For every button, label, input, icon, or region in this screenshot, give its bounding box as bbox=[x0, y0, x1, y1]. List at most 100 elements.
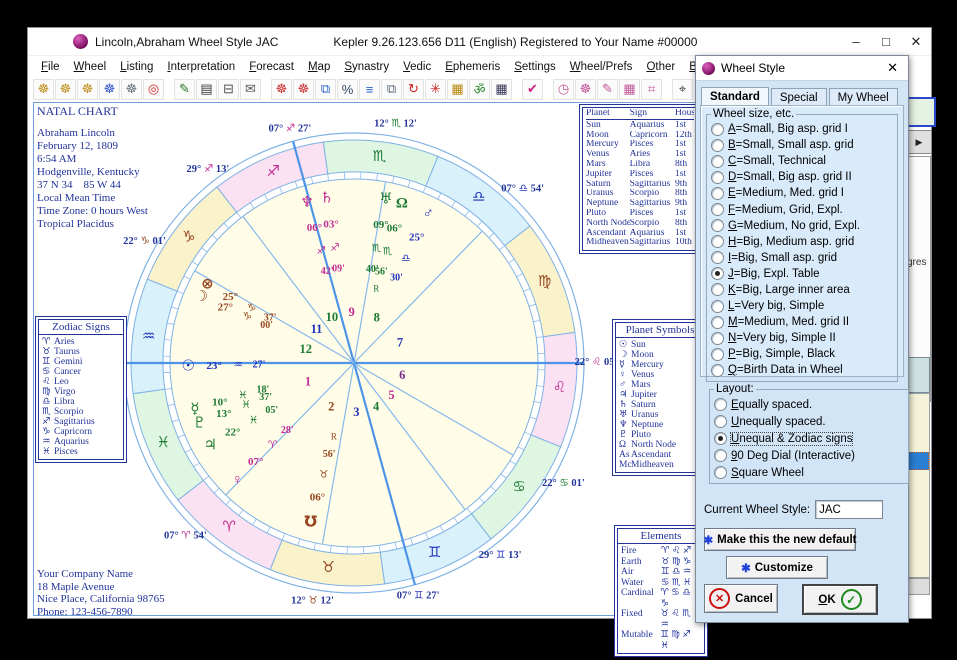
cancel-button[interactable]: ✕ Cancel bbox=[704, 584, 778, 613]
wheel-target-icon[interactable]: ◎ bbox=[143, 79, 164, 100]
om-icon[interactable]: ॐ bbox=[469, 79, 490, 100]
menu-item-forecast[interactable]: Forecast bbox=[242, 59, 301, 75]
make-default-button[interactable]: ✱ Make this the new default bbox=[704, 528, 856, 551]
wheel-size-options: A=Small, Big asp. grid I B=Small, Small a… bbox=[711, 121, 895, 379]
birth-data-line: Abraham Lincoln bbox=[37, 127, 148, 140]
tab-special[interactable]: Special bbox=[771, 88, 827, 106]
menu-item-interpretation[interactable]: Interpretation bbox=[160, 59, 242, 75]
wheel-style-option-b[interactable]: B=Small, Small asp. grid bbox=[711, 137, 895, 153]
rotate-wheel-icon[interactable]: ↻ bbox=[403, 79, 424, 100]
wheel-style-option-j[interactable]: J=Big, Expl. Table bbox=[711, 266, 895, 282]
wheel-style-option-f[interactable]: F=Medium, Grid, Expl. bbox=[711, 201, 895, 217]
element-sign-glyphs: ♊ ♎ ♒ bbox=[661, 567, 691, 578]
wheel-style-option-n[interactable]: N=Very big, Simple II bbox=[711, 330, 895, 346]
wheel-style-option-a[interactable]: A=Small, Big asp. grid I bbox=[711, 121, 895, 137]
search-icon[interactable]: ⌖ bbox=[672, 79, 693, 100]
clock-icon[interactable]: ◷ bbox=[553, 79, 574, 100]
wheel-pink-icon[interactable]: ☸ bbox=[575, 79, 596, 100]
wheel-red-1-icon[interactable]: ☸ bbox=[271, 79, 292, 100]
elements-row: Water♋ ♏ ♓ bbox=[621, 578, 701, 589]
wheel-style-option-m[interactable]: M=Medium, Med. grid II bbox=[711, 314, 895, 330]
radio-label: Unequal & Zodiac signs bbox=[731, 433, 852, 445]
table-icon[interactable]: ▦ bbox=[491, 79, 512, 100]
scrollbar-thumb[interactable] bbox=[907, 452, 929, 470]
toolbar-group: ☸☸☸☸☸◎ bbox=[33, 79, 165, 100]
background-window-arrow-button[interactable]: ▶ bbox=[906, 130, 932, 154]
planet-table-cell: Sun bbox=[586, 121, 630, 131]
menu-item-synastry[interactable]: Synastry bbox=[337, 59, 396, 75]
wheel-yellow-3-icon[interactable]: ☸ bbox=[77, 79, 98, 100]
wheel-style-option-i[interactable]: I=Big, Small asp. grid bbox=[711, 250, 895, 266]
wheel-style-option-l[interactable]: L=Very big, Simple bbox=[711, 298, 895, 314]
minimize-button[interactable]: – bbox=[841, 28, 871, 55]
wheel-gray-icon[interactable]: ☸ bbox=[121, 79, 142, 100]
wheel-style-option-h[interactable]: H=Big, Medium asp. grid bbox=[711, 234, 895, 250]
layout-option-9[interactable]: 90 Deg Dial (Interactive) bbox=[714, 447, 906, 464]
aspect-burst-icon[interactable]: ✳ bbox=[425, 79, 446, 100]
planet-sign-pluto: ♓ bbox=[241, 400, 250, 411]
grid-calc-icon[interactable]: ▦ bbox=[447, 79, 468, 100]
calc-pink-icon[interactable]: ⌗ bbox=[641, 79, 662, 100]
layout-option-u[interactable]: Unequal & Zodiac signs bbox=[714, 430, 906, 447]
wheel-pointer-icon[interactable]: ☸ bbox=[99, 79, 120, 100]
menu-item-map[interactable]: Map bbox=[301, 59, 337, 75]
menu-item-vedic[interactable]: Vedic bbox=[396, 59, 438, 75]
element-label: Earth bbox=[621, 557, 661, 568]
mail-icon[interactable]: ✉ bbox=[240, 79, 261, 100]
wheel-style-option-g[interactable]: G=Medium, No grid, Expl. bbox=[711, 218, 895, 234]
wheel-style-option-p[interactable]: P=Big, Simple, Black bbox=[711, 346, 895, 362]
wheel-style-option-q[interactable]: Q=Birth Data in Wheel bbox=[711, 362, 895, 378]
maximize-button[interactable]: □ bbox=[871, 28, 901, 55]
background-window-scroll-column[interactable] bbox=[906, 393, 930, 578]
dialog-icon bbox=[702, 62, 715, 75]
edit-pink-icon[interactable]: ✎ bbox=[597, 79, 618, 100]
wheel-style-option-d[interactable]: D=Small, Big asp. grid II bbox=[711, 169, 895, 185]
dialog-close-icon[interactable]: ✕ bbox=[883, 60, 902, 76]
menu-item-wheel[interactable]: Wheel bbox=[67, 59, 114, 75]
ok-button[interactable]: OK ✓ bbox=[802, 584, 878, 615]
listing-icon[interactable]: ≡ bbox=[359, 79, 380, 100]
close-button[interactable]: ✕ bbox=[901, 28, 931, 55]
birth-data-line: 37 N 34 85 W 44 bbox=[37, 179, 148, 192]
tab-my-wheel[interactable]: My Wheel bbox=[829, 88, 898, 106]
radio-label: B=Small, Small asp. grid bbox=[728, 139, 854, 151]
radio-label: N=Very big, Simple II bbox=[728, 332, 836, 344]
current-wheel-style-input[interactable] bbox=[815, 500, 883, 519]
planet-glyph-sun: ☉ bbox=[181, 358, 194, 374]
copy-pages-icon[interactable]: ⧉ bbox=[381, 79, 402, 100]
menu-item-settings[interactable]: Settings bbox=[507, 59, 563, 75]
menu-item-listing[interactable]: Listing bbox=[113, 59, 160, 75]
radio-label: Equally spaced. bbox=[731, 399, 812, 411]
percent-icon[interactable]: % bbox=[337, 79, 358, 100]
legend-item-label: Mercury bbox=[631, 360, 664, 370]
check-icon[interactable]: ✔ bbox=[522, 79, 543, 100]
wheel-red-2-icon[interactable]: ☸ bbox=[293, 79, 314, 100]
planet-glyph-south-node: ℧ bbox=[304, 515, 317, 531]
planet-table-cell: Moon bbox=[586, 131, 630, 141]
layout-option-e[interactable]: Equally spaced. bbox=[714, 396, 906, 413]
wheel-style-option-e[interactable]: E=Medium, Med. grid I bbox=[711, 185, 895, 201]
menu-item-file[interactable]: File bbox=[34, 59, 67, 75]
print-icon[interactable]: ⊟ bbox=[218, 79, 239, 100]
birth-data-line: Tropical Placidus bbox=[37, 218, 148, 231]
sign-glyph: ♈ bbox=[42, 337, 54, 347]
planet-table-cell: Pluto bbox=[586, 209, 630, 219]
legend-item: ♍Virgo bbox=[42, 387, 120, 397]
zodiac-band-glyph-aquarius: ♒ bbox=[142, 329, 155, 345]
tab-standard[interactable]: Standard bbox=[701, 87, 769, 107]
save-icon[interactable]: ▤ bbox=[196, 79, 217, 100]
planet-table-row: SaturnSagittarius9th bbox=[586, 180, 694, 190]
menu-item-other[interactable]: Other bbox=[639, 59, 682, 75]
wheel-style-option-c[interactable]: C=Small, Technical bbox=[711, 153, 895, 169]
layout-option-s[interactable]: Square Wheel bbox=[714, 464, 906, 481]
customize-button[interactable]: ✱ Customize bbox=[726, 556, 828, 579]
copy-chart-icon[interactable]: ⧉ bbox=[315, 79, 336, 100]
layout-option-u[interactable]: Unequally spaced. bbox=[714, 413, 906, 430]
menu-item-wheel-prefs[interactable]: Wheel/Prefs bbox=[563, 59, 640, 75]
wheel-yellow-2-icon[interactable]: ☸ bbox=[55, 79, 76, 100]
wheel-style-option-k[interactable]: K=Big, Large inner area bbox=[711, 282, 895, 298]
table-pink-icon[interactable]: ▦ bbox=[619, 79, 640, 100]
edit-note-icon[interactable]: ✎ bbox=[174, 79, 195, 100]
wheel-yellow-1-icon[interactable]: ☸ bbox=[33, 79, 54, 100]
menu-item-ephemeris[interactable]: Ephemeris bbox=[438, 59, 507, 75]
